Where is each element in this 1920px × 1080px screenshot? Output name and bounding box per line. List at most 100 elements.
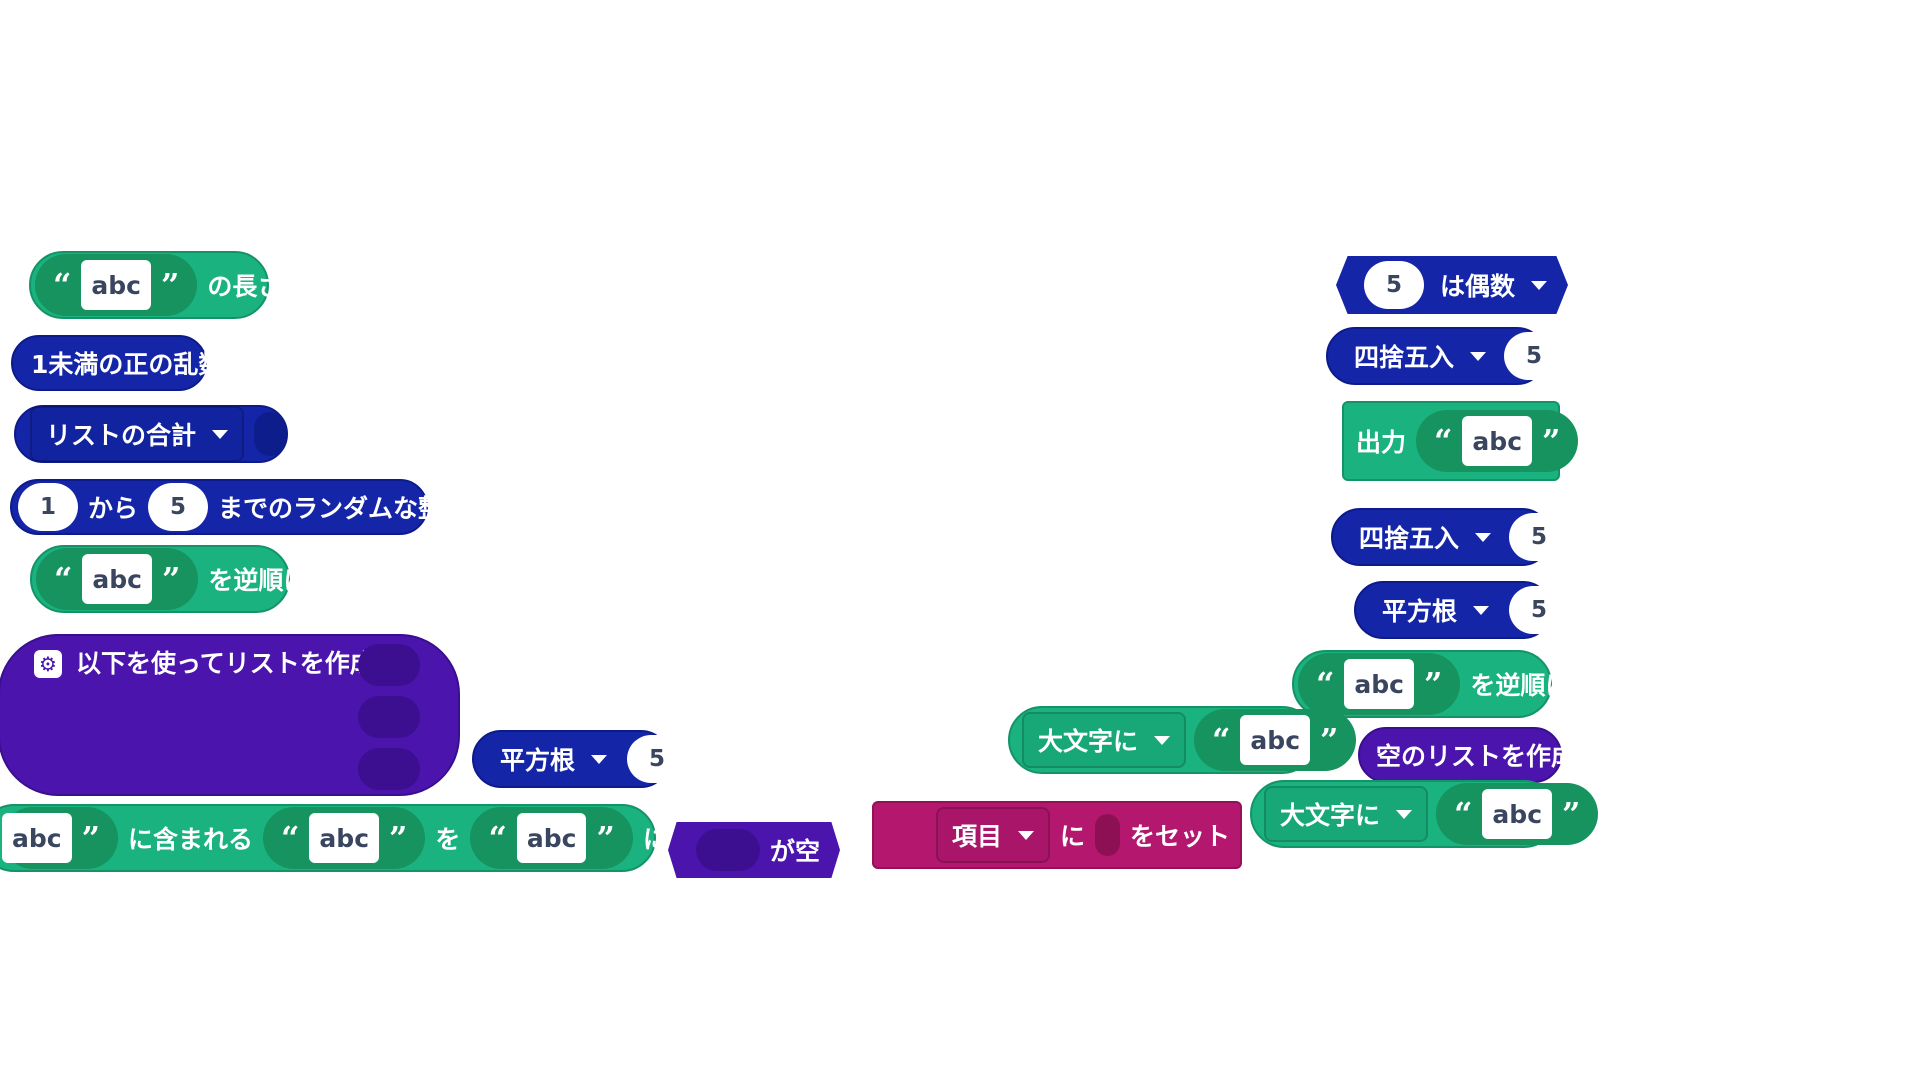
text-field[interactable]: abc bbox=[516, 813, 587, 863]
close-quote-icon: ” bbox=[81, 819, 100, 857]
text-literal[interactable]: “ abc ” bbox=[1416, 410, 1579, 472]
number-field[interactable]: 5 bbox=[627, 735, 688, 783]
text-length-block[interactable]: “ abc ” の長さ bbox=[29, 251, 282, 319]
round-dropdown[interactable]: 四捨五入 bbox=[1347, 509, 1503, 565]
dropdown-label: 大文字に bbox=[1280, 801, 1381, 830]
block-label: を逆順に bbox=[1470, 671, 1571, 700]
random-int-block[interactable]: 1 から 5 までのランダムな整数 bbox=[10, 479, 468, 535]
dropdown-label: 平方根 bbox=[500, 746, 576, 775]
from-number-field[interactable]: 1 bbox=[18, 483, 78, 531]
text-literal[interactable]: “ abc ” bbox=[35, 254, 198, 316]
dropdown-label: リストの合計 bbox=[46, 421, 197, 450]
list-item-slot-3[interactable] bbox=[358, 748, 420, 790]
number-property-block[interactable]: 5 は偶数 bbox=[1336, 256, 1568, 314]
text-field[interactable]: abc bbox=[81, 260, 151, 310]
chevron-down-icon bbox=[1531, 280, 1548, 290]
list-sum-block[interactable]: リストの合計 bbox=[14, 405, 288, 463]
dropdown-label: 四捨五入 bbox=[1359, 524, 1460, 553]
gear-icon[interactable]: ⚙ bbox=[34, 650, 62, 678]
contains-label: に含まれる bbox=[128, 825, 254, 854]
list-item-slot-1[interactable] bbox=[358, 644, 420, 686]
block-label: 以下を使ってリストを作成： bbox=[76, 649, 400, 678]
random-fraction-block[interactable]: 1未満の正の乱数 bbox=[11, 335, 223, 391]
create-list-block[interactable]: ⚙ 以下を使ってリストを作成： bbox=[0, 634, 460, 796]
case-dropdown[interactable]: 大文字に bbox=[1264, 786, 1429, 842]
function-dropdown[interactable]: 平方根 bbox=[1370, 582, 1501, 638]
number-field[interactable]: 5 bbox=[1504, 332, 1565, 380]
open-quote-icon: “ bbox=[1212, 721, 1231, 759]
value-input-slot[interactable] bbox=[1095, 814, 1120, 856]
close-quote-icon: ” bbox=[596, 819, 615, 857]
text-literal[interactable]: “ abc ” bbox=[1194, 709, 1357, 771]
number-field[interactable]: 5 bbox=[1509, 586, 1570, 634]
text-replace-block[interactable]: abc ” に含まれる “ abc ” を “ abc ” に置換 bbox=[0, 804, 718, 872]
text-literal[interactable]: “ abc ” bbox=[1436, 783, 1599, 845]
from-label: から bbox=[88, 494, 139, 523]
chevron-down-icon bbox=[1154, 735, 1171, 745]
to-number-field[interactable]: 5 bbox=[148, 483, 209, 531]
round-block[interactable]: 四捨五入 5 bbox=[1331, 508, 1570, 566]
chevron-down-icon bbox=[1473, 605, 1490, 615]
chevron-down-icon bbox=[212, 429, 229, 439]
open-quote-icon: “ bbox=[1316, 665, 1335, 703]
open-quote-icon: “ bbox=[1434, 422, 1453, 460]
text-literal-2[interactable]: “ abc ” bbox=[263, 807, 426, 869]
block-label: 出力 bbox=[1356, 428, 1407, 457]
block-label: 1未満の正の乱数 bbox=[31, 350, 224, 379]
variable-dropdown[interactable]: 項目 bbox=[936, 807, 1051, 863]
text-case-block[interactable]: 大文字に “ abc ” bbox=[1008, 706, 1357, 774]
text-field[interactable]: abc bbox=[1240, 715, 1311, 765]
text-field[interactable]: abc bbox=[309, 813, 380, 863]
open-quote-icon: “ bbox=[1454, 795, 1473, 833]
number-field[interactable]: 5 bbox=[1509, 513, 1570, 561]
is-empty-block[interactable]: が空 bbox=[668, 822, 840, 878]
open-quote-icon: “ bbox=[281, 819, 300, 857]
block-label: を逆順に bbox=[208, 566, 309, 595]
text-field[interactable]: abc bbox=[1462, 416, 1533, 466]
text-field[interactable]: abc bbox=[1482, 789, 1553, 839]
block-label: が空 bbox=[770, 837, 821, 866]
text-field[interactable]: abc bbox=[82, 554, 152, 604]
operation-dropdown[interactable]: リストの合計 bbox=[30, 406, 245, 462]
chevron-down-icon bbox=[591, 754, 608, 764]
open-quote-icon: “ bbox=[488, 819, 507, 857]
empty-input-slot[interactable] bbox=[254, 412, 286, 456]
property-dropdown[interactable]: は偶数 bbox=[1424, 257, 1563, 313]
text-literal[interactable]: “ abc ” bbox=[36, 548, 199, 610]
math-function-block[interactable]: 平方根 5 bbox=[472, 730, 688, 788]
to-label: に bbox=[1060, 822, 1086, 851]
number-field[interactable]: 5 bbox=[1364, 261, 1424, 309]
text-literal-3[interactable]: “ abc ” bbox=[470, 807, 633, 869]
text-literal[interactable]: “ abc ” bbox=[1298, 653, 1461, 715]
close-quote-icon: ” bbox=[1542, 422, 1561, 460]
dropdown-label: 平方根 bbox=[1382, 597, 1458, 626]
open-quote-icon: “ bbox=[54, 560, 73, 598]
set-variable-block[interactable]: 項目 に をセット bbox=[872, 801, 1242, 869]
function-dropdown[interactable]: 平方根 bbox=[488, 731, 619, 787]
dropdown-label: 項目 bbox=[952, 822, 1003, 851]
math-function-block[interactable]: 平方根 5 bbox=[1354, 581, 1570, 639]
with-label: を bbox=[435, 825, 461, 854]
open-quote-icon: “ bbox=[53, 266, 72, 304]
text-field[interactable]: abc bbox=[1344, 659, 1414, 709]
round-block[interactable]: 四捨五入 5 bbox=[1326, 327, 1565, 385]
chevron-down-icon bbox=[1475, 532, 1492, 542]
close-quote-icon: ” bbox=[162, 560, 181, 598]
list-input-slot[interactable] bbox=[696, 829, 760, 871]
print-block[interactable]: 出力 “ abc ” bbox=[1342, 401, 1579, 481]
text-field[interactable]: abc bbox=[2, 813, 72, 863]
round-dropdown[interactable]: 四捨五入 bbox=[1342, 328, 1498, 384]
set-label: をセット bbox=[1129, 822, 1230, 851]
chevron-down-icon bbox=[1470, 351, 1487, 361]
close-quote-icon: ” bbox=[1320, 721, 1339, 759]
text-reverse-block[interactable]: “ abc ” を逆順に bbox=[30, 545, 308, 613]
close-quote-icon: ” bbox=[389, 819, 408, 857]
dropdown-label: 大文字に bbox=[1038, 727, 1139, 756]
empty-list-block[interactable]: 空のリストを作成 bbox=[1358, 727, 1576, 783]
list-item-slot-2[interactable] bbox=[358, 696, 420, 738]
case-dropdown[interactable]: 大文字に bbox=[1022, 712, 1187, 768]
text-reverse-block[interactable]: “ abc ” を逆順に bbox=[1292, 650, 1570, 718]
text-case-block[interactable]: 大文字に “ abc ” bbox=[1250, 780, 1599, 848]
text-literal-1[interactable]: abc ” bbox=[2, 807, 118, 869]
to-label: までのランダムな整数 bbox=[218, 494, 469, 523]
